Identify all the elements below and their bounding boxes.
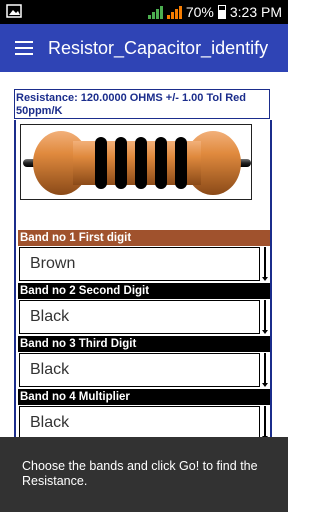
band-2-label: Band no 2 Second Digit — [18, 283, 270, 299]
status-bar: 70% 3:23 PM — [0, 0, 288, 24]
band-3-label: Band no 3 Third Digit — [18, 336, 270, 352]
band-4-select[interactable]: Black — [19, 406, 260, 440]
app-bar: Resistor_Capacitor_identify — [0, 24, 288, 72]
band-1-label: Band no 1 First digit — [18, 230, 270, 246]
resistor-band-2 — [115, 137, 127, 189]
resistance-result: Resistance: 120.0000 OHMS +/- 1.00 Tol R… — [14, 89, 270, 119]
band-4-dropdown-icon[interactable] — [262, 406, 269, 440]
band-2-select[interactable]: Black — [19, 300, 260, 334]
resistor-band-5 — [175, 137, 187, 189]
band-1-dropdown-icon[interactable] — [262, 247, 269, 281]
clock: 3:23 PM — [229, 4, 282, 20]
band-1-select[interactable]: Brown — [19, 247, 260, 281]
battery-icon — [217, 5, 226, 19]
image-notification-icon — [6, 4, 22, 18]
toast-message: Choose the bands and click Go! to find t… — [0, 437, 288, 512]
band-4-label: Band no 4 Multiplier — [18, 389, 270, 405]
signal-icon — [147, 5, 163, 19]
signal-icon-2 — [166, 5, 182, 19]
app-title: Resistor_Capacitor_identify — [48, 37, 269, 58]
band-3-select[interactable]: Black — [19, 353, 260, 387]
hamburger-menu-icon[interactable] — [0, 24, 48, 72]
resistor-band-3 — [135, 137, 147, 189]
resistor-band-1 — [95, 137, 107, 189]
battery-percent: 70% — [185, 4, 214, 20]
resistor-band-4 — [155, 137, 167, 189]
resistor-image — [20, 124, 252, 200]
band-3-dropdown-icon[interactable] — [262, 353, 269, 387]
band-2-dropdown-icon[interactable] — [262, 300, 269, 334]
status-indicators: 70% 3:23 PM — [147, 3, 282, 21]
